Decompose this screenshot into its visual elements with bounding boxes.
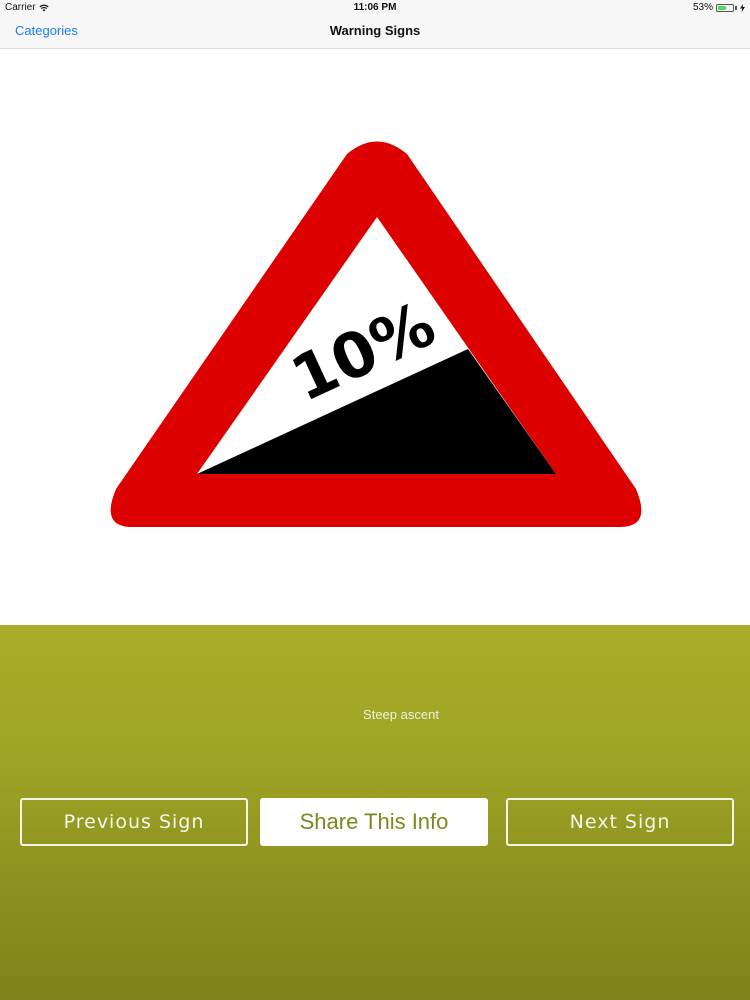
status-time: 11:06 PM: [353, 2, 397, 13]
status-bar: Carrier 11:06 PM 53%: [0, 0, 750, 14]
next-sign-button[interactable]: Next Sign: [506, 798, 734, 846]
charging-bolt-icon: [740, 3, 745, 12]
battery-icon: [716, 3, 734, 12]
previous-sign-button[interactable]: Previous Sign: [20, 798, 248, 846]
sign-name-label: Steep ascent: [363, 707, 439, 722]
page-title: Warning Signs: [329, 23, 421, 38]
battery-percent: 53%: [692, 2, 713, 13]
sign-image-card: 10%: [0, 49, 750, 625]
sign-info-panel: Steep ascent Previous Sign Share This In…: [0, 625, 750, 1000]
battery-level-fill: [718, 5, 727, 10]
battery-nub: [735, 5, 737, 10]
navigation-bar: Categories Warning Signs: [0, 14, 750, 49]
share-info-button[interactable]: Share This Info: [260, 798, 488, 846]
warning-sign-steep-ascent-image: 10%: [110, 141, 642, 527]
status-right: 53%: [693, 2, 745, 13]
